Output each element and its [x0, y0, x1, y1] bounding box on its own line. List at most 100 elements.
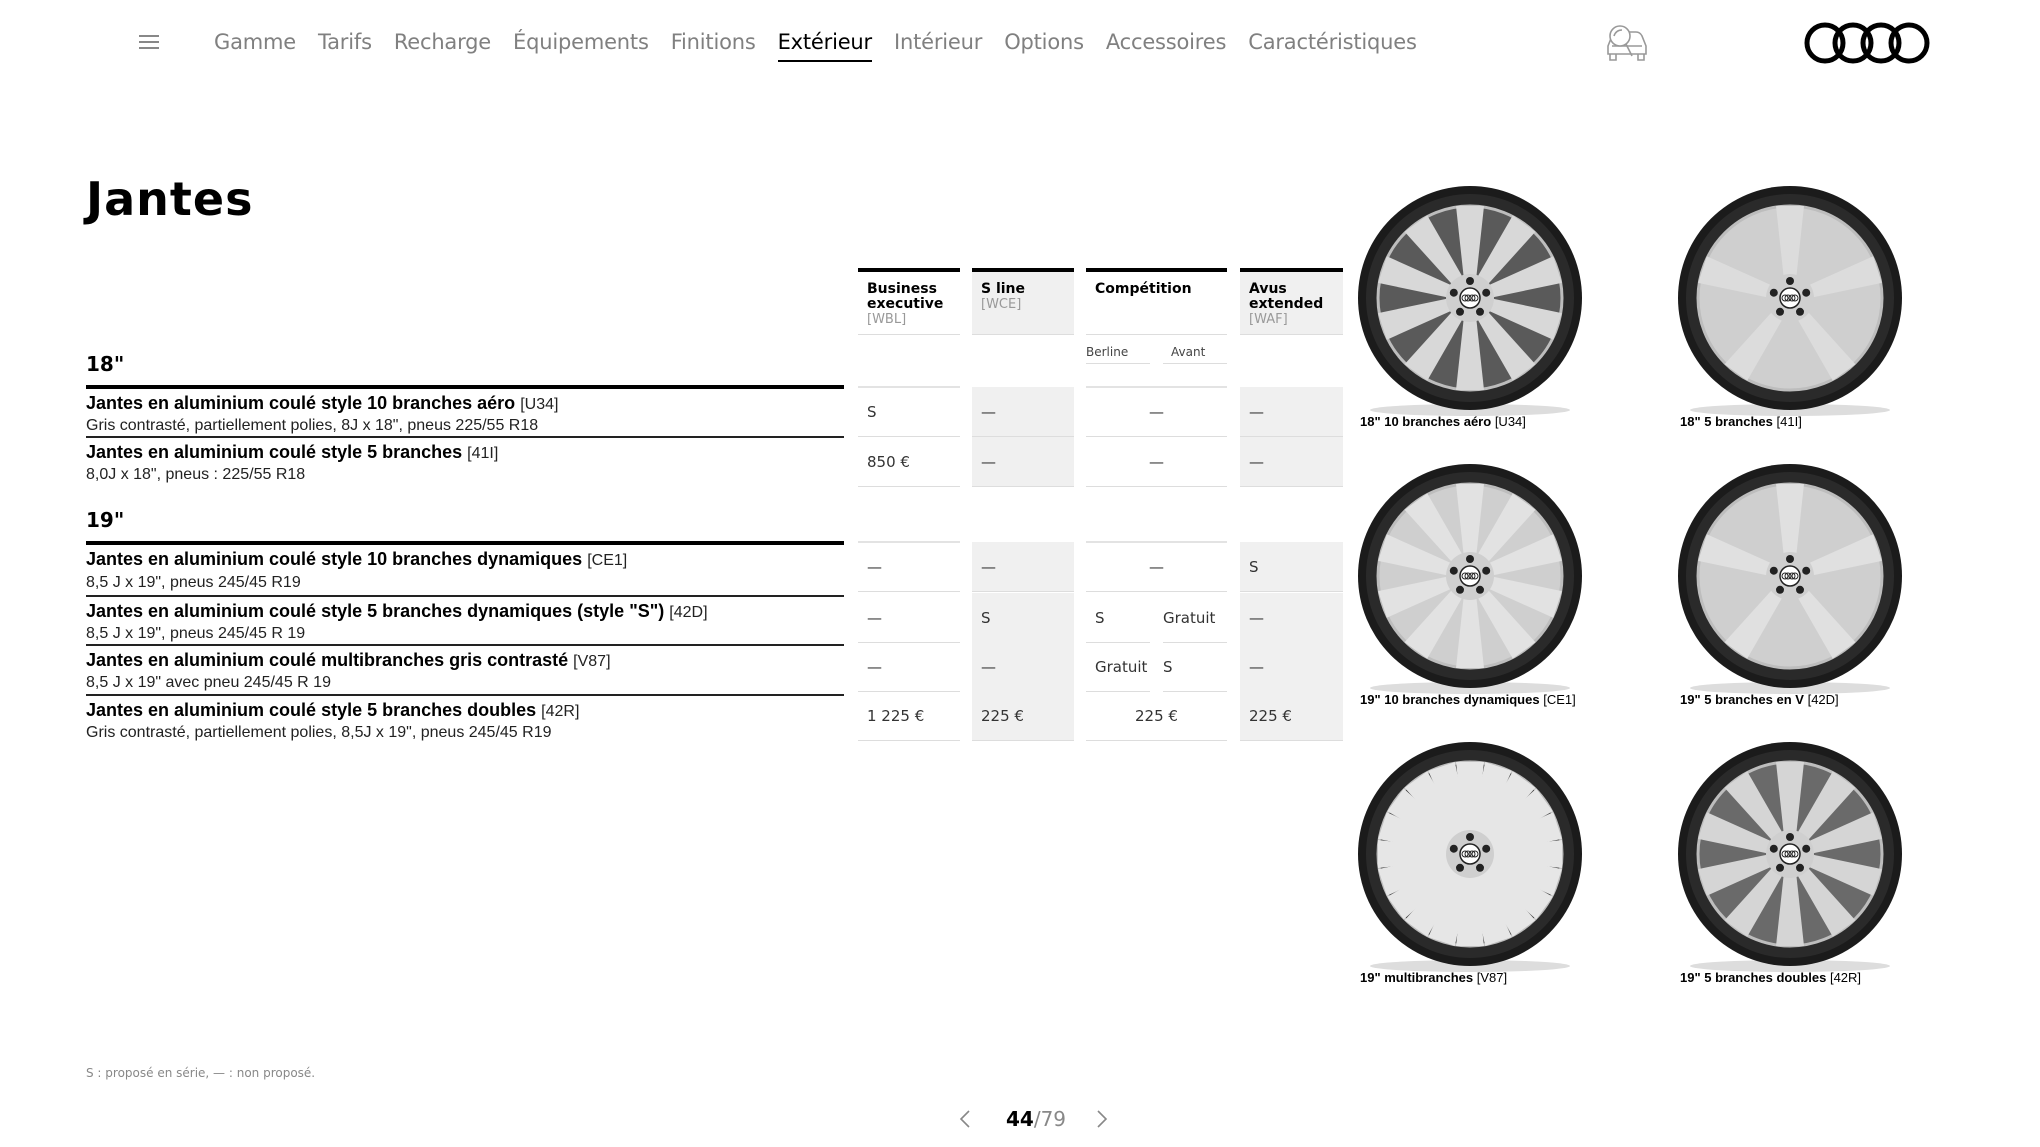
wheel-image: [1358, 742, 1582, 972]
row-divider: [86, 644, 844, 646]
table-row: Jantes en aluminium coulé style 5 branch…: [86, 600, 844, 644]
row-desc: 8,5 J x 19", pneus 245/45 R 19: [86, 625, 306, 642]
cell-avant: S: [1163, 642, 1227, 692]
wheel-code: [41I]: [1776, 414, 1802, 429]
hamburger-icon[interactable]: [137, 33, 161, 51]
section-rule: [86, 385, 844, 389]
row-title: Jantes en aluminium coulé style 10 branc…: [86, 393, 516, 413]
row-desc: Gris contrasté, partiellement polies, 8J…: [86, 417, 539, 434]
cell: —: [972, 642, 1074, 692]
wheel-label: 19" 5 branches en V: [1680, 692, 1804, 707]
nav-item-caracteristiques[interactable]: Caractéristiques: [1237, 26, 1428, 58]
nav-item-recharge[interactable]: Recharge: [383, 26, 502, 58]
nav-item-exterieur[interactable]: Extérieur: [767, 26, 883, 62]
chevron-left-icon: [959, 1110, 970, 1128]
wheel-code: [42R]: [1829, 970, 1862, 985]
row-divider: [86, 595, 844, 597]
wheel-label: 18" 5 branches: [1680, 414, 1773, 429]
wheel-label: 19" 10 branches dynamiques: [1360, 692, 1540, 707]
next-page-button[interactable]: [1092, 1104, 1112, 1134]
column-code: [WAF]: [1249, 312, 1288, 327]
section-label-19: 19": [86, 508, 125, 532]
column-header: S line [WCE]: [972, 268, 1074, 335]
table-row: Jantes en aluminium coulé multibranches …: [86, 649, 844, 693]
wheel-item: 19" multibranches [V87]: [1358, 734, 1660, 985]
nav-item-tarifs[interactable]: Tarifs: [307, 26, 383, 58]
cell: 850 €: [858, 437, 960, 487]
wheel-code: [V87]: [1476, 970, 1508, 985]
wheel-item: 18" 10 branches aéro [U34]: [1358, 178, 1660, 429]
column-header: Compétition: [1086, 268, 1227, 335]
column-code: [WBL]: [867, 312, 907, 327]
column-name: Compétition: [1095, 281, 1192, 297]
row-desc: 8,0J x 18", pneus : 225/55 R18: [86, 466, 306, 483]
row-code: [42R]: [541, 703, 580, 720]
cell: —: [1086, 387, 1227, 437]
nav-item-equipements[interactable]: Équipements: [502, 26, 660, 58]
cell: —: [1240, 642, 1343, 692]
column-name: Business executive: [867, 281, 944, 312]
wheel-image: [1358, 186, 1582, 416]
column-header: Avus extended [WAF]: [1240, 268, 1343, 335]
cell: —: [858, 593, 960, 643]
row-desc: 8,5 J x 19" avec pneu 245/45 R 19: [86, 674, 331, 691]
column-header: Business executive [WBL]: [858, 268, 960, 335]
wheel-caption: 19" 10 branches dynamiques [CE1]: [1360, 692, 1576, 707]
row-code: [42D]: [669, 604, 708, 621]
prev-page-button[interactable]: [955, 1104, 975, 1134]
wheel-item: 19" 10 branches dynamiques [CE1]: [1358, 456, 1660, 707]
wheel-caption: 19" multibranches [V87]: [1360, 970, 1507, 985]
table-row: Jantes en aluminium coulé style 5 branch…: [86, 441, 844, 485]
wheel-image: [1678, 464, 1902, 694]
row-desc: Gris contrasté, partiellement polies, 8,…: [86, 724, 552, 741]
wheel-label: 18" 10 branches aéro: [1360, 414, 1492, 429]
row-title: Jantes en aluminium coulé style 5 branch…: [86, 442, 463, 462]
page-title: Jantes: [86, 172, 254, 226]
cell-berline: S: [1086, 593, 1150, 643]
cell: —: [1086, 542, 1227, 592]
cell: S: [858, 387, 960, 437]
section-label-18: 18": [86, 352, 125, 376]
nav-item-interieur[interactable]: Intérieur: [883, 26, 993, 58]
nav-item-accessoires[interactable]: Accessoires: [1095, 26, 1237, 58]
section-rule: [86, 541, 844, 545]
cell: 225 €: [1240, 691, 1343, 741]
wheel-caption: 19" 5 branches en V [42D]: [1680, 692, 1839, 707]
nav-item-options[interactable]: Options: [993, 26, 1095, 58]
wheel-label: 19" 5 branches doubles: [1680, 970, 1827, 985]
cell: S: [1240, 542, 1343, 592]
wheel-label: 19" multibranches: [1360, 970, 1474, 985]
pagination: 44 /79: [955, 1104, 1112, 1134]
row-divider: [86, 436, 844, 438]
cell: 225 €: [1086, 691, 1227, 741]
row-code: [U34]: [520, 396, 559, 413]
column-name: Avus extended: [1249, 281, 1324, 312]
car-search-icon[interactable]: [1602, 20, 1652, 66]
cell: S: [972, 593, 1074, 643]
row-code: [41I]: [467, 445, 499, 462]
footnote: S : proposé en série, — : non proposé.: [86, 1066, 316, 1080]
nav-item-gamme[interactable]: Gamme: [214, 26, 307, 58]
nav-item-finitions[interactable]: Finitions: [660, 26, 767, 58]
total-pages: /79: [1033, 1107, 1067, 1131]
wheel-caption: 18" 5 branches [41I]: [1680, 414, 1802, 429]
cell: —: [1240, 437, 1343, 487]
cell: —: [1240, 387, 1343, 437]
table-row: Jantes en aluminium coulé style 10 branc…: [86, 548, 844, 593]
wheel-item: 19" 5 branches en V [42D]: [1678, 456, 1980, 707]
wheel-image: [1358, 464, 1582, 694]
wheel-item: 19" 5 branches doubles [42R]: [1678, 734, 1980, 985]
audi-logo[interactable]: [1803, 20, 1931, 66]
cell-berline: Gratuit: [1086, 642, 1150, 692]
row-title: Jantes en aluminium coulé style 5 branch…: [86, 700, 537, 720]
cell: —: [1240, 593, 1343, 643]
cell: 225 €: [972, 691, 1074, 741]
top-nav: Gamme Tarifs Recharge Équipements Finiti…: [0, 0, 2040, 84]
row-divider: [86, 694, 844, 696]
cell: —: [972, 542, 1074, 592]
row-desc: 8,5 J x 19", pneus 245/45 R19: [86, 574, 301, 591]
cell-avant: Gratuit: [1163, 593, 1227, 643]
row-title: Jantes en aluminium coulé style 10 branc…: [86, 549, 583, 569]
table-row: Jantes en aluminium coulé style 10 branc…: [86, 392, 844, 436]
wheel-code: [CE1]: [1543, 692, 1576, 707]
